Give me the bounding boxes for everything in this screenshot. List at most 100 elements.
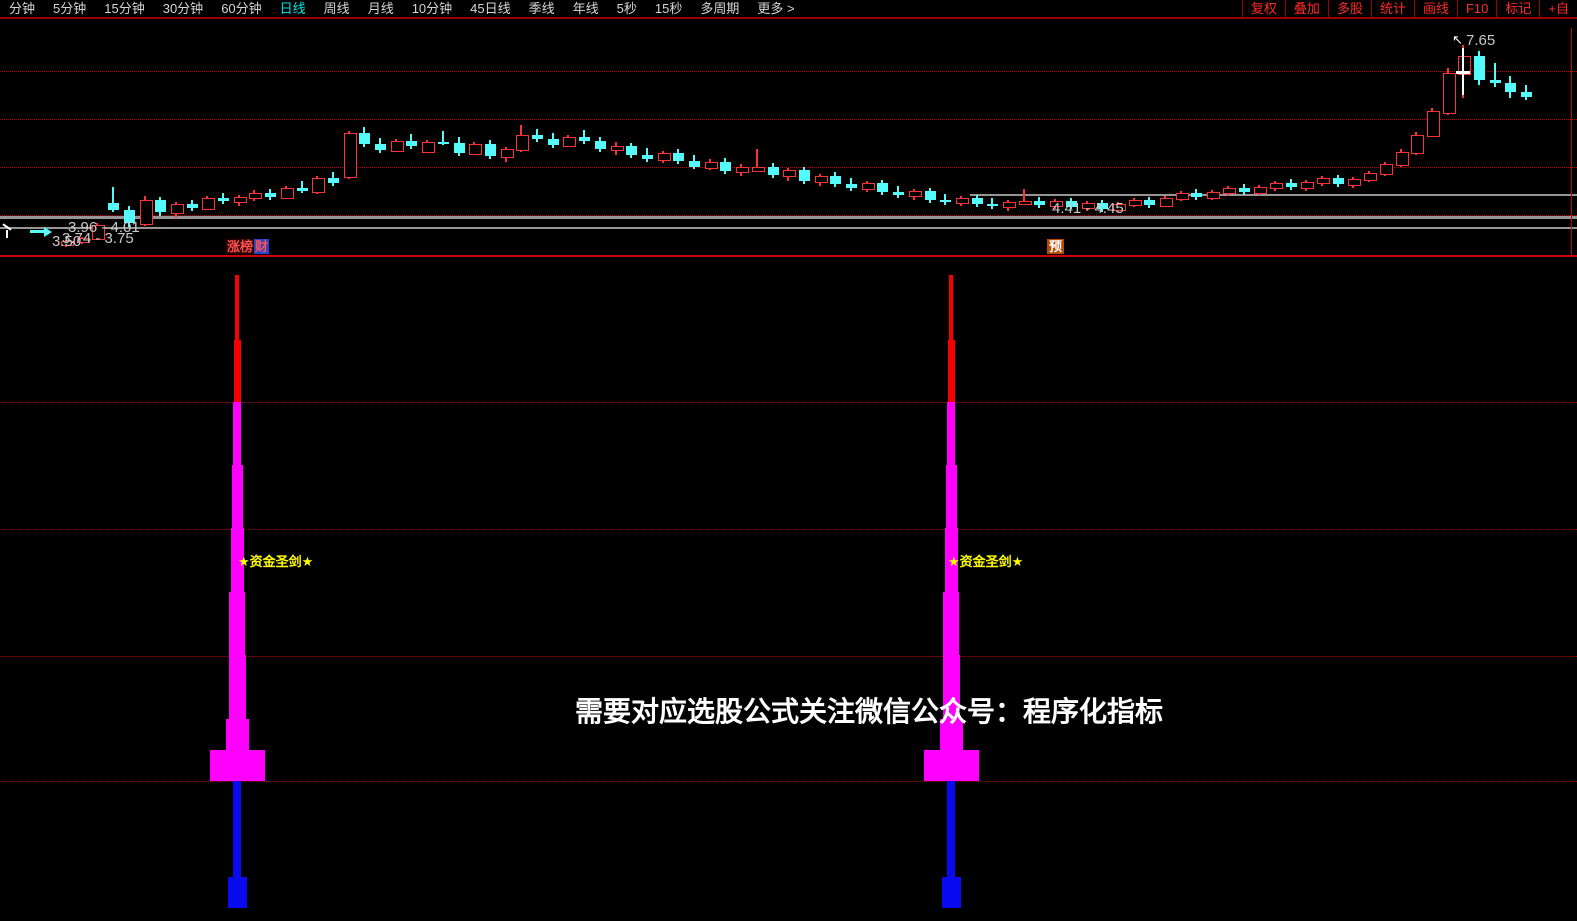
candle-body	[1160, 198, 1173, 207]
candle-wick	[301, 181, 303, 193]
candle-body	[155, 200, 166, 212]
candle-body	[1003, 202, 1016, 208]
candle-body	[1348, 179, 1361, 186]
candle-body	[1129, 200, 1142, 206]
sword-signal-segment	[943, 592, 959, 655]
candle-body	[1521, 92, 1532, 97]
candle-body	[1254, 187, 1267, 194]
period-tab[interactable]: 季线	[520, 0, 564, 17]
toolbar-button[interactable]: +自	[1539, 0, 1577, 17]
candle-body	[1270, 183, 1283, 189]
period-tabs: 分钟5分钟15分钟30分钟60分钟日线周线月线10分钟45日线季线年线5秒15秒…	[0, 0, 804, 17]
candle-body	[312, 178, 325, 193]
sword-signal-segment	[949, 275, 953, 340]
candle-body	[987, 204, 998, 206]
price-label: 7.65	[1466, 32, 1495, 49]
candle-body	[391, 141, 404, 152]
candle-body	[1490, 80, 1501, 82]
candle-body	[1443, 73, 1456, 114]
candle-body	[1505, 83, 1516, 92]
candle-body	[1474, 56, 1485, 81]
candle-body	[1364, 173, 1377, 181]
candle-body	[830, 176, 841, 184]
candle-body	[720, 162, 731, 172]
period-tab[interactable]: 45日线	[461, 0, 519, 17]
price-band-line	[0, 216, 1577, 219]
candle-body	[940, 200, 951, 202]
toolbar-right-buttons: 复权叠加多股统计画线F10标记+自	[1242, 0, 1577, 17]
candle-body	[297, 188, 308, 191]
period-tab[interactable]: 日线	[271, 0, 315, 17]
cyan-arrow-icon	[30, 230, 44, 233]
candle-body	[1144, 200, 1155, 205]
candle-body	[1333, 178, 1344, 184]
sword-signal-segment	[228, 877, 247, 908]
candle-body	[925, 191, 936, 200]
period-tab[interactable]: 月线	[359, 0, 403, 17]
candle-body	[422, 142, 435, 153]
sword-signal-segment	[234, 340, 241, 402]
period-tab[interactable]: 60分钟	[212, 0, 270, 17]
toolbar-button[interactable]: 多股	[1328, 0, 1371, 17]
high-marker-arrow-icon: ↖	[1452, 32, 1463, 48]
toolbar-button[interactable]: 画线	[1414, 0, 1457, 17]
period-tab[interactable]: 多周期	[691, 0, 748, 17]
candle-body	[877, 183, 888, 192]
period-tab[interactable]: 周线	[315, 0, 359, 17]
period-tab[interactable]: 5分钟	[44, 0, 95, 17]
info-tag-zhangbangcai[interactable]: 涨榜财	[226, 239, 269, 254]
indicator-panel[interactable]: ★资金圣剑★★资金圣剑★ 需要对应选股公式关注微信公众号：程序化指标	[0, 257, 1577, 921]
candle-body	[1223, 188, 1236, 194]
info-tag-yu[interactable]: 预	[1047, 239, 1064, 254]
candle-body	[344, 133, 357, 178]
toolbar-button[interactable]: F10	[1457, 0, 1496, 17]
price-band-line	[970, 194, 1577, 196]
candle-body	[406, 141, 417, 146]
toolbar-button[interactable]: 复权	[1242, 0, 1285, 17]
sword-signal-segment	[942, 877, 961, 908]
candle-body	[359, 133, 370, 144]
toolbar-button[interactable]: 统计	[1371, 0, 1414, 17]
candlestick-chart[interactable]: 3.96 - 4.013.74 - 3.754.41 - 4.453.507.6…	[0, 18, 1577, 256]
period-tab[interactable]: 15分钟	[95, 0, 153, 17]
candle-body	[626, 146, 637, 155]
candle-body	[548, 139, 559, 145]
candle-body	[281, 188, 294, 199]
price-label: 3.50	[52, 233, 81, 250]
sword-signal-segment	[947, 781, 955, 877]
candle-body	[469, 144, 482, 155]
candle-body	[1191, 193, 1202, 197]
signal-label: ★资金圣剑★	[948, 551, 1023, 570]
sword-signal-segment	[232, 465, 243, 528]
period-tab[interactable]: 更多 >	[748, 0, 803, 17]
candle-body	[501, 149, 514, 158]
sword-signal-segment	[229, 592, 245, 655]
candle-body	[1207, 192, 1220, 199]
candle-body	[234, 197, 247, 203]
period-tab[interactable]: 15秒	[646, 0, 691, 17]
sword-signal-segment	[210, 750, 265, 781]
candle-body	[202, 198, 215, 210]
candle-body	[1301, 182, 1314, 189]
period-tab[interactable]: 年线	[564, 0, 608, 17]
period-tab[interactable]: 10分钟	[403, 0, 461, 17]
candle-body	[815, 176, 828, 183]
candle-body	[846, 184, 857, 188]
candle-body	[1019, 201, 1032, 205]
toolbar-button[interactable]: 叠加	[1285, 0, 1328, 17]
candle-body	[375, 144, 386, 150]
candle-body	[532, 135, 543, 139]
period-tab[interactable]: 分钟	[0, 0, 44, 17]
period-tab[interactable]: 5秒	[608, 0, 646, 17]
sword-signal-segment	[229, 655, 246, 719]
candle-wick	[1494, 63, 1496, 87]
candle-body	[768, 167, 779, 176]
candle-body	[265, 193, 276, 197]
signal-label: ★资金圣剑★	[238, 551, 313, 570]
price-label: 4.41 - 4.45	[1052, 200, 1124, 217]
period-tab[interactable]: 30分钟	[154, 0, 212, 17]
candle-body	[1034, 201, 1045, 205]
candle-body	[249, 193, 262, 199]
toolbar-button[interactable]: 标记	[1496, 0, 1539, 17]
candle-body	[1380, 164, 1393, 176]
